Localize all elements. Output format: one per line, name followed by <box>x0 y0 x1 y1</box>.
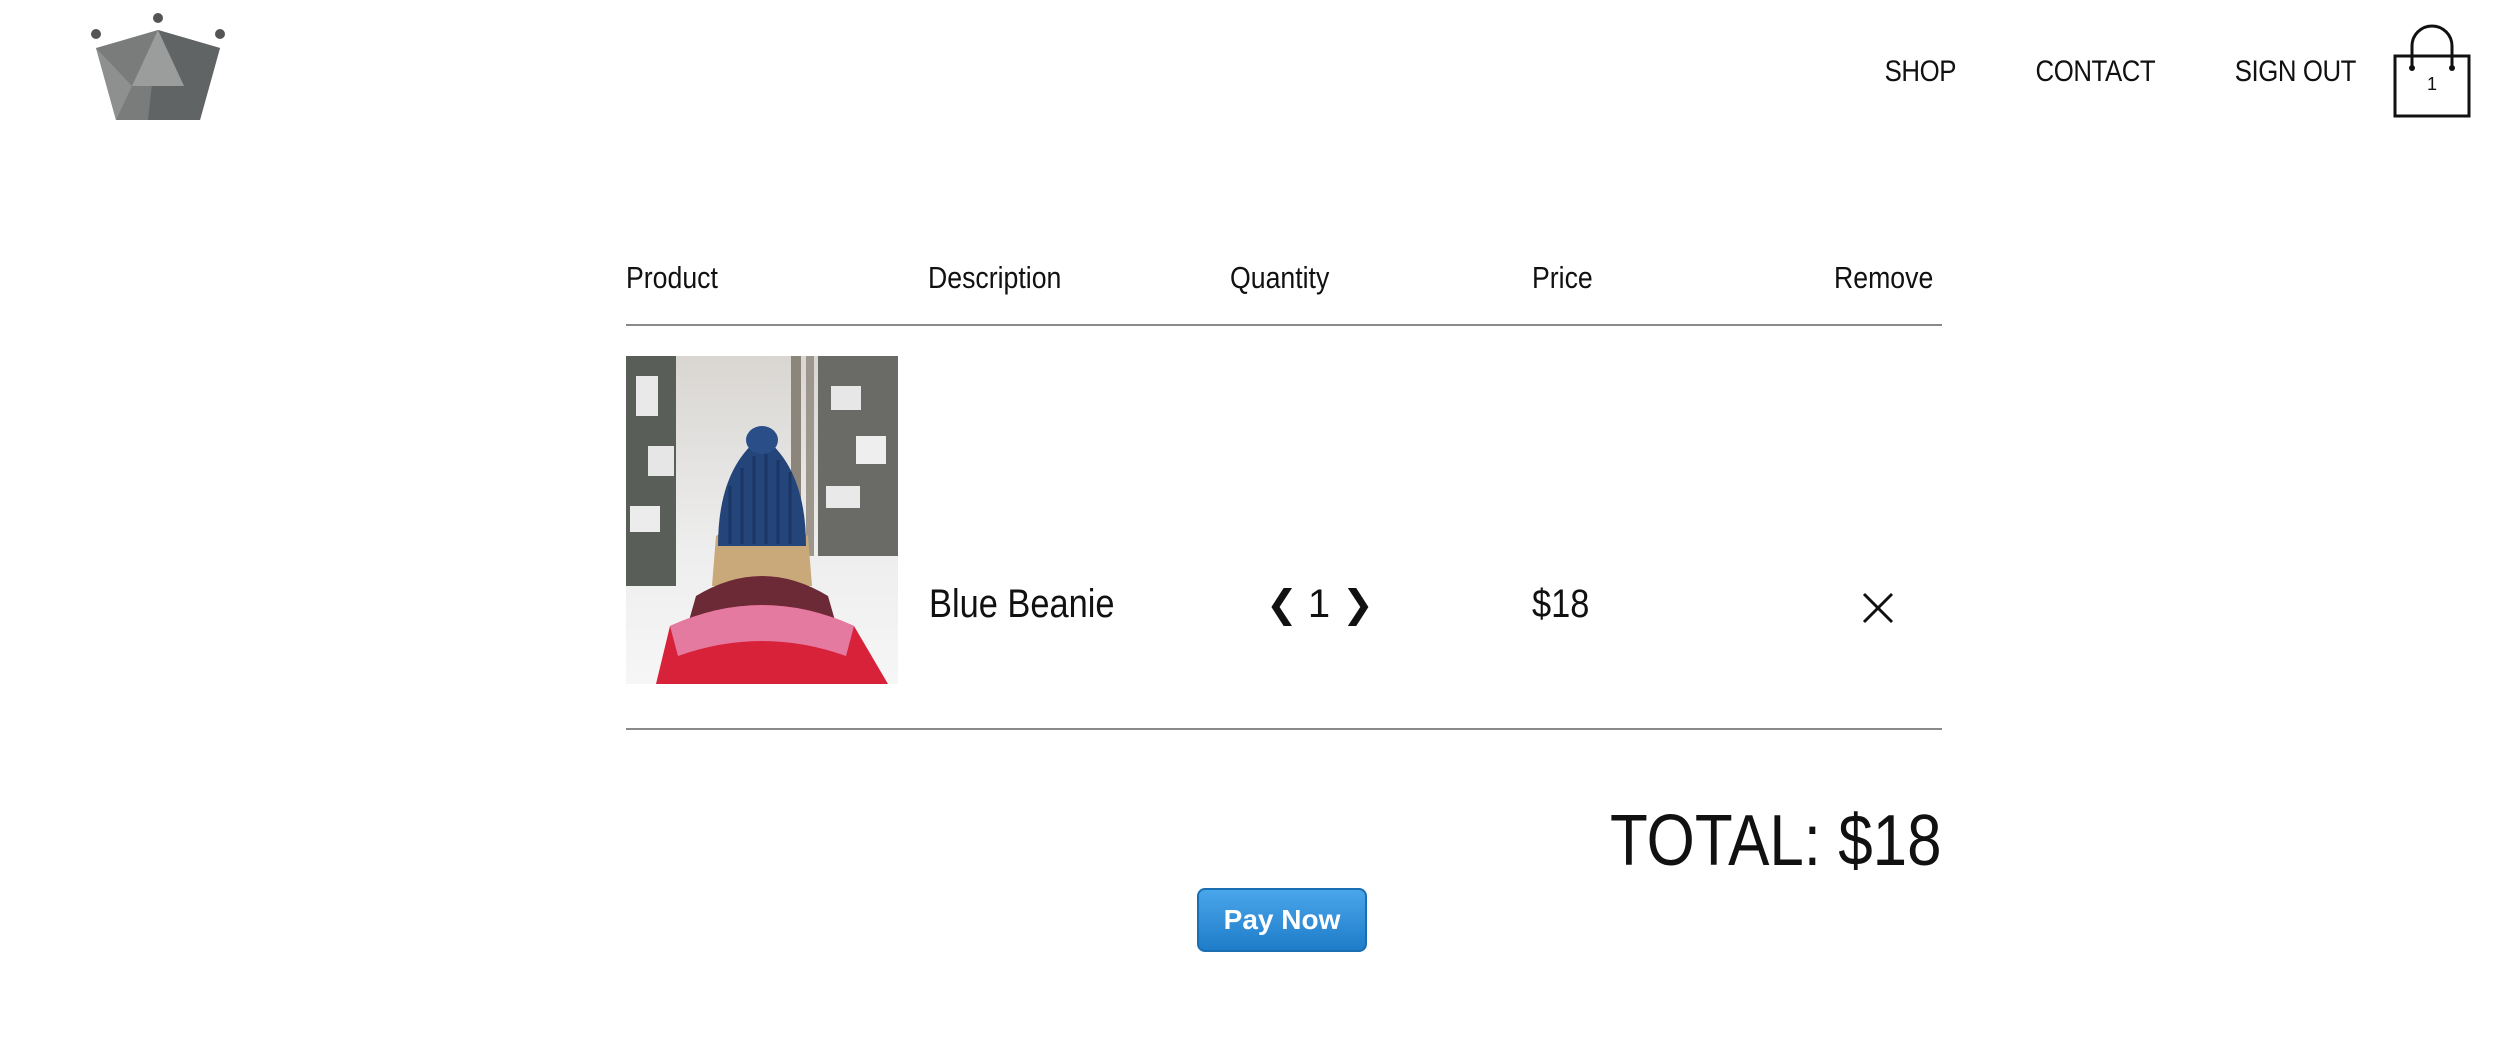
decrease-quantity-icon[interactable]: ❮ <box>1266 582 1298 627</box>
nav-sign-out[interactable]: SIGN OUT <box>2235 55 2357 89</box>
quantity-stepper: ❮ 1 ❯ <box>1266 582 1374 627</box>
close-icon <box>1862 592 1894 624</box>
header-description: Description <box>928 260 1062 295</box>
checkout-page: SHOP CONTACT SIGN OUT 1 Product Descript… <box>0 0 2500 1064</box>
product-image <box>626 356 898 684</box>
table-header-row: Product Description Quantity Price Remov… <box>626 250 1942 326</box>
increase-quantity-icon[interactable]: ❯ <box>1342 582 1374 627</box>
nav-contact[interactable]: CONTACT <box>2035 55 2155 89</box>
item-description: Blue Beanie <box>929 582 1115 626</box>
pay-now-button[interactable]: Pay Now <box>1197 888 1367 952</box>
shopping-bag-icon <box>2393 24 2471 118</box>
crown-icon <box>91 13 225 120</box>
header-product: Product <box>626 260 718 295</box>
cart-table: Product Description Quantity Price Remov… <box>626 250 1942 730</box>
cart-count: 1 <box>2426 74 2437 94</box>
table-row: Blue Beanie ❮ 1 ❯ $18 <box>626 326 1942 730</box>
blue-beanie-photo <box>626 356 898 684</box>
remove-item-button[interactable] <box>1856 586 1900 630</box>
item-price: $18 <box>1532 582 1590 626</box>
header-remove: Remove <box>1834 260 1934 295</box>
quantity-value: 1 <box>1307 582 1331 626</box>
cart-button[interactable]: 1 <box>2392 24 2472 120</box>
header-quantity: Quantity <box>1230 260 1330 295</box>
crown-logo[interactable] <box>88 12 228 124</box>
header-price: Price <box>1532 260 1593 295</box>
order-total: TOTAL: $18 <box>1610 801 1942 881</box>
main-nav: SHOP CONTACT SIGN OUT 1 <box>1813 22 2472 122</box>
nav-shop[interactable]: SHOP <box>1884 55 1956 89</box>
